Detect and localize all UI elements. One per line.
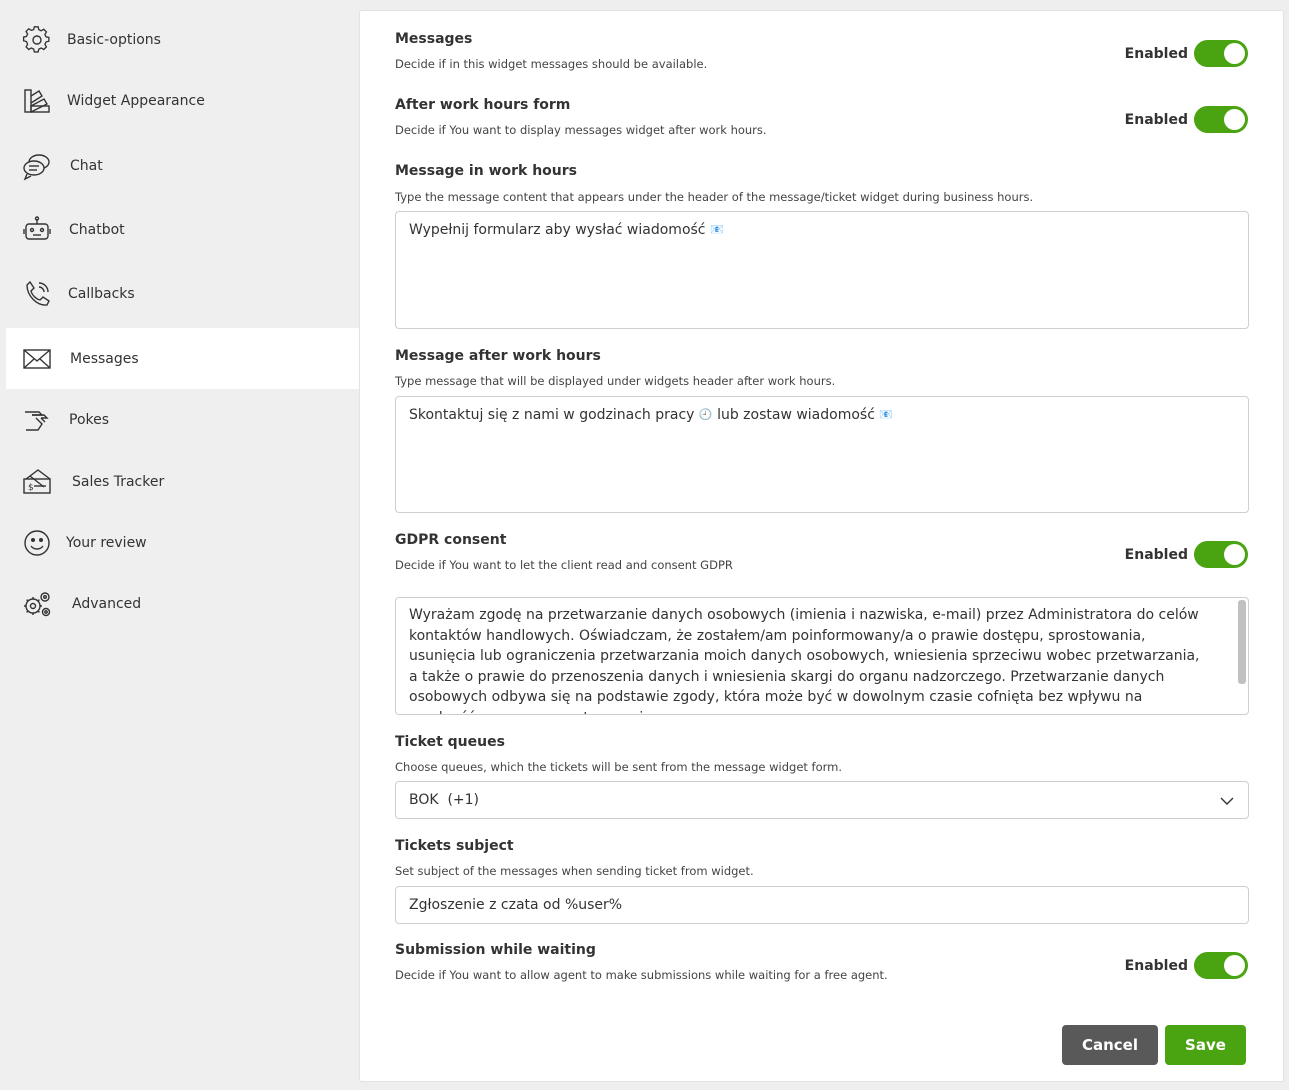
ticket-queues-desc: Choose queues, which the tickets will be… [395,760,843,774]
sidebar-item-label: Advanced [72,595,142,612]
toggle-knob [1224,544,1245,565]
msg-after-hours-title: Message after work hours [395,348,601,364]
sidebar-item-basic-options[interactable]: Basic-options [6,9,359,70]
sidebar-item-label: Chatbot [69,221,125,238]
gdpr-text: Wyrażam zgodę na przetwarzanie danych os… [409,607,1200,714]
tickets-subject-input[interactable]: Zgłoszenie z czata od %user% [395,886,1249,924]
chat-bubbles-icon [22,151,52,181]
msg-work-hours-textarea[interactable]: Wypełnij formularz aby wysłać wiadomość … [395,211,1249,329]
textarea-text-part2: lub zostaw wiadomość [717,407,875,423]
submission-waiting-title: Submission while waiting [395,942,596,958]
envelope-emoji-icon: 📧 [709,223,724,236]
sidebar-item-pokes[interactable]: Pokes [6,389,359,450]
sidebar-item-callbacks[interactable]: Callbacks [6,263,359,324]
sidebar-item-chatbot[interactable]: Chatbot [6,199,359,260]
textarea-text: Wypełnij formularz aby wysłać wiadomość [409,222,706,238]
gdpr-desc: Decide if You want to let the client rea… [395,558,733,572]
sidebar: Basic-options Widget Appearance Chat Cha… [0,0,359,1090]
toggle-knob [1224,109,1245,130]
sidebar-item-label: Widget Appearance [67,92,205,109]
toggle-knob [1224,43,1245,64]
gdpr-toggle-group: Enabled [1125,541,1248,568]
submission-waiting-toggle-group: Enabled [1125,952,1248,979]
save-button[interactable]: Save [1165,1025,1246,1065]
toggle-label: Enabled [1124,546,1188,563]
svg-text:$: $ [28,483,34,493]
sidebar-item-sales-tracker[interactable]: $ Sales Tracker [6,451,359,512]
sidebar-item-your-review[interactable]: Your review [6,512,359,573]
poke-hand-icon [22,405,52,435]
phone-icon [22,279,52,309]
sidebar-item-label: Sales Tracker [72,473,165,490]
msg-work-hours-title: Message in work hours [395,163,577,179]
sidebar-item-chat[interactable]: Chat [6,135,359,196]
gear-icon [22,25,52,55]
cancel-button[interactable]: Cancel [1062,1025,1158,1065]
toggle-label: Enabled [1124,111,1188,128]
gdpr-toggle[interactable] [1194,541,1248,568]
sidebar-item-advanced[interactable]: Advanced [6,573,359,634]
tickets-subject-title: Tickets subject [395,838,514,854]
sidebar-item-widget-appearance[interactable]: Widget Appearance [6,70,359,131]
sidebar-item-label: Pokes [69,411,110,428]
gears-icon [22,589,52,619]
clock-emoji-icon: 🕘 [698,408,713,421]
input-value: Zgłoszenie z czata od %user% [409,897,623,913]
gdpr-scrollbar[interactable] [1238,600,1246,684]
settings-panel: Messages Decide if in this widget messag… [359,10,1284,1082]
messages-desc: Decide if in this widget messages should… [395,57,708,71]
sidebar-item-label: Chat [70,157,103,174]
envelope-emoji-icon: 📧 [879,408,894,421]
sidebar-item-label: Your review [66,534,147,551]
msg-after-hours-textarea[interactable]: Skontaktuj się z nami w godzinach pracy … [395,396,1249,513]
gdpr-textarea[interactable]: Wyrażam zgodę na przetwarzanie danych os… [395,597,1249,715]
messages-toggle-group: Enabled [1125,40,1248,67]
envelope-icon [22,344,52,374]
submission-waiting-toggle[interactable] [1194,952,1248,979]
messages-toggle[interactable] [1194,40,1248,67]
toggle-label: Enabled [1124,957,1188,974]
sidebar-item-label: Messages [70,350,139,367]
tickets-subject-desc: Set subject of the messages when sending… [395,864,754,878]
ticket-queues-title: Ticket queues [395,734,505,750]
textarea-text-part1: Skontaktuj się z nami w godzinach pracy [409,407,695,423]
chevron-down-icon [1220,797,1234,805]
select-value: BOK (+1) [409,792,480,808]
after-hours-form-desc: Decide if You want to display messages w… [395,123,767,137]
smiley-icon [22,528,52,558]
after-hours-toggle[interactable] [1194,106,1248,133]
ticket-queues-select[interactable]: BOK (+1) [395,781,1249,819]
after-hours-form-title: After work hours form [395,97,571,113]
palette-icon [22,86,52,116]
sales-tag-icon: $ [22,467,52,497]
sidebar-item-label: Basic-options [67,31,161,48]
sidebar-item-messages[interactable]: Messages [6,328,359,389]
gdpr-title: GDPR consent [395,532,507,548]
msg-work-hours-desc: Type the message content that appears un… [395,190,1034,204]
msg-after-hours-desc: Type message that will be displayed unde… [395,374,836,388]
toggle-knob [1224,955,1245,976]
sidebar-item-label: Callbacks [68,285,135,302]
robot-icon [22,215,52,245]
toggle-label: Enabled [1124,45,1188,62]
after-hours-toggle-group: Enabled [1125,106,1248,133]
messages-title: Messages [395,31,473,47]
submission-waiting-desc: Decide if You want to allow agent to mak… [395,968,888,982]
